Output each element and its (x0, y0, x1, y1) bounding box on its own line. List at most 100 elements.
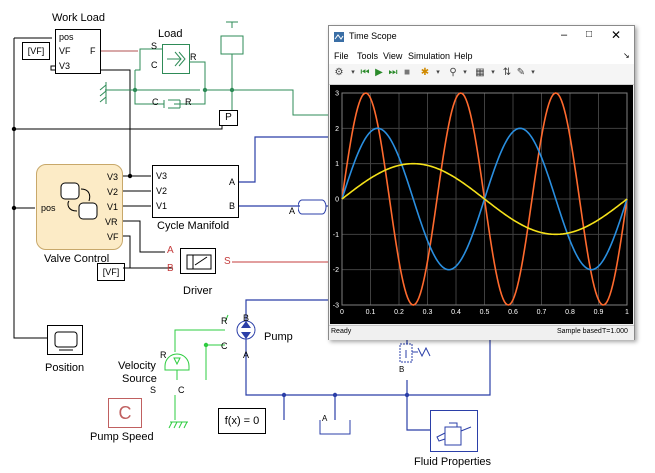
x-tick-0: 0 (340, 309, 344, 316)
driver-port-s: S (224, 256, 231, 267)
autoscale-dropdown-icon[interactable]: ▾ (487, 67, 499, 79)
x-tick-8: 0.8 (565, 309, 575, 316)
pump-port-c: C (221, 341, 228, 351)
valve-control-port-vf: VF (107, 232, 119, 242)
y-tick-0: 3 (335, 91, 339, 98)
hydraulic-cylinder-icon (298, 199, 327, 215)
time-scope-window[interactable]: Time Scope – □ ✕ File Tools View Simulat… (328, 25, 635, 340)
step-forward-icon[interactable]: ⏭ (387, 67, 399, 79)
autoscale-icon[interactable]: ▦ (474, 67, 486, 79)
menu-tools[interactable]: Tools (357, 51, 378, 61)
vf-from-tag-bottom[interactable]: [VF] (97, 263, 125, 281)
vf-goto-tag-top[interactable]: [VF] (22, 42, 50, 60)
cycle-manifold-port-b: B (229, 201, 236, 211)
cycle-manifold-port-a: A (229, 177, 236, 187)
rotational-ground-icon (168, 421, 188, 429)
work-load-block[interactable]: pos VF V3 F (55, 29, 101, 74)
settings-gear-icon[interactable]: ⚙ (333, 67, 345, 79)
scope-plot-area[interactable]: 3 2 1 0 -1 -2 -3 0 0.1 0.2 0.3 0.4 0.5 0.6 0.7 0.8 0.9 1 (330, 85, 633, 324)
y-tick-3: 0 (335, 197, 339, 204)
stateflow-chart-icon (60, 182, 98, 220)
x-tick-5: 0.5 (480, 309, 490, 316)
status-time: T=1.000 (602, 328, 628, 335)
run-icon[interactable]: ▶ (373, 67, 385, 79)
scope-title: Time Scope (349, 31, 397, 41)
pressure-sensor-p[interactable]: P (219, 110, 238, 126)
cylinder-port-a: A (289, 206, 296, 216)
maximize-icon[interactable]: □ (586, 29, 592, 40)
pump-speed-block[interactable]: C (108, 398, 142, 428)
status-ready: Ready (331, 328, 352, 335)
solver-configuration-block[interactable]: f(x) = 0 (218, 408, 266, 434)
mass-icon (220, 21, 244, 55)
damper-port-r: R (185, 97, 192, 107)
oil-can-icon (436, 422, 472, 446)
menu-help[interactable]: Help (454, 51, 473, 61)
fluid-properties-title: Fluid Properties (414, 456, 492, 468)
x-tick-1: 0.1 (366, 309, 376, 316)
x-tick-4: 0.4 (451, 309, 461, 316)
y-tick-1: 2 (335, 126, 339, 133)
driver-port-b: B (167, 263, 174, 274)
load-port-r: R (190, 52, 197, 62)
valve-control-port-pos: pos (41, 203, 56, 213)
tank-port-a: A (322, 414, 328, 423)
x-tick-9: 0.9 (594, 309, 604, 316)
position-scope-block[interactable] (47, 325, 83, 355)
x-tick-6: 0.6 (508, 309, 518, 316)
valve-control-port-vr: VR (105, 217, 118, 227)
load-port-c: C (151, 60, 158, 70)
triggers-icon[interactable]: ⇅ (501, 67, 513, 79)
scope-icon (54, 331, 78, 351)
cursor-measurements-icon[interactable]: ✎ (515, 67, 527, 79)
valve-control-block[interactable]: pos V3 V2 V1 VR VF (36, 164, 123, 250)
menu-view[interactable]: View (383, 51, 402, 61)
pump-title: Pump (264, 331, 293, 343)
driver-block[interactable] (180, 248, 216, 274)
position-title: Position (45, 362, 85, 374)
fluid-properties-block[interactable] (430, 410, 478, 452)
settings-dropdown-icon[interactable]: ▾ (347, 67, 359, 79)
driver-title: Driver (183, 285, 213, 297)
valve-control-port-v2: V2 (107, 187, 119, 197)
highlight-dropdown-icon[interactable]: ▾ (432, 67, 444, 79)
velocity-source-title-1: Velocity (118, 360, 156, 372)
stop-icon[interactable]: ■ (401, 67, 413, 79)
step-back-icon[interactable]: ⏮ (359, 67, 371, 79)
valve-control-port-v1: V1 (107, 202, 119, 212)
menu-file[interactable]: File (334, 51, 349, 61)
load-spring-block[interactable] (162, 44, 190, 74)
cycle-manifold-port-v1: V1 (156, 201, 168, 211)
zoom-dropdown-icon[interactable]: ▾ (459, 67, 471, 79)
pump-port-b: B (243, 313, 250, 323)
scope-titlebar[interactable]: Time Scope – □ ✕ (329, 26, 634, 48)
work-load-port-v3: V3 (59, 61, 71, 71)
damper-port-c: C (152, 97, 159, 107)
x-tick-3: 0.3 (423, 309, 433, 316)
undock-icon[interactable]: ↘ (623, 51, 630, 60)
work-load-port-f: F (90, 46, 96, 56)
status-sample-based: Sample based (557, 328, 602, 335)
velocity-source-port-c: C (178, 385, 185, 395)
measurements-dropdown-icon[interactable]: ▾ (527, 67, 539, 79)
work-load-port-vf: VF (59, 46, 71, 56)
minimize-icon[interactable]: – (561, 29, 567, 41)
y-tick-2: 1 (335, 161, 339, 168)
zoom-icon[interactable]: ⚲ (447, 67, 459, 79)
x-tick-2: 0.2 (394, 309, 404, 316)
scope-menubar: File Tools View Simulation Help ↘ (329, 48, 634, 64)
velocity-source-title-2: Source (122, 373, 157, 385)
x-tick-10: 1 (625, 309, 629, 316)
y-tick-5: -2 (333, 267, 339, 274)
y-tick-6: -3 (333, 303, 339, 310)
close-icon[interactable]: ✕ (611, 28, 621, 42)
x-tick-7: 0.7 (537, 309, 547, 316)
highlight-icon[interactable]: ✱ (419, 67, 431, 79)
pump-speed-title: Pump Speed (90, 431, 154, 443)
menu-simulation[interactable]: Simulation (408, 51, 450, 61)
pump-port-a: A (243, 350, 250, 360)
cycle-manifold-block[interactable]: V3 V2 V1 A B (152, 165, 239, 218)
scope-app-icon (334, 32, 344, 42)
scope-toolbar: ⚙ ▾ ⏮ ▶ ⏭ ■ ✱ ▾ ⚲ ▾ ▦ ▾ ⇅ ✎ ▾ (329, 64, 634, 85)
cycle-manifold-port-v2: V2 (156, 186, 168, 196)
